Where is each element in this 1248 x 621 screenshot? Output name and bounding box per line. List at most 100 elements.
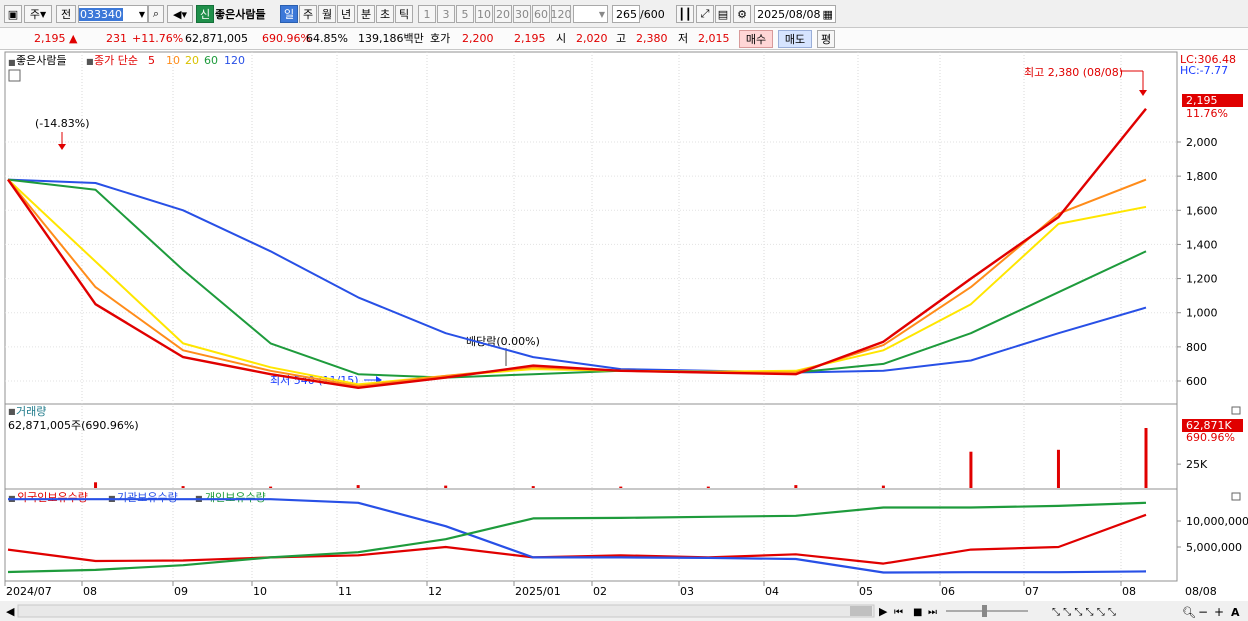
stock-name: 좋은사람들	[215, 8, 266, 21]
search-icon[interactable]: ⌕	[148, 5, 164, 23]
chart-area[interactable]: ■ 좋은사람들 ■ 종가 단순 5 10 20 60 120 LC:306.48…	[0, 50, 1248, 621]
period-minute-button[interactable]: 분	[357, 5, 375, 23]
volume-bar	[1144, 428, 1148, 488]
scroll-right-icon[interactable]: ▶	[879, 605, 888, 618]
holdings-y-tick-label: 5,000,000	[1186, 541, 1242, 554]
x-tick-label: 03	[680, 585, 694, 598]
volume-title: 거래량	[16, 405, 46, 418]
y-tick-label: 600	[1186, 375, 1207, 388]
prev-button[interactable]: 전	[56, 5, 76, 23]
x-tick-label: 12	[428, 585, 442, 598]
magnify-icon[interactable]: 🔍︎	[1182, 606, 1196, 619]
period-year-button[interactable]: 년	[337, 5, 355, 23]
chevron-down-icon: ▼	[138, 9, 145, 19]
volume-value: 62,871,005	[185, 32, 248, 45]
interval-10-button[interactable]: 10	[475, 5, 493, 23]
gear-icon[interactable]: ⚙	[733, 5, 751, 23]
horizontal-scrollbar[interactable]	[17, 604, 875, 618]
period-second-button[interactable]: 초	[376, 5, 394, 23]
price-change: 231	[106, 32, 127, 45]
volume-bar	[1056, 449, 1060, 488]
speaker-icon[interactable]: ◀▾	[167, 5, 193, 23]
zoom-slider-handle[interactable]	[982, 605, 987, 617]
x-tick-label: 06	[941, 585, 955, 598]
chart-background	[0, 50, 1248, 621]
font-size-icon[interactable]: A	[1231, 606, 1240, 619]
y-tick-label: 1,800	[1186, 170, 1218, 183]
panel-close-icon[interactable]	[1231, 492, 1241, 501]
price-change-pct: +11.76%	[132, 32, 184, 45]
current-price-label: 2,195	[1186, 94, 1218, 107]
interval-60-button[interactable]: 60	[532, 5, 550, 23]
stock-code-value: 033340	[79, 7, 123, 21]
save-icon[interactable]: ▤	[715, 5, 731, 23]
zoom-out-icon[interactable]: −	[1198, 605, 1208, 619]
panel-stock-label: 좋은사람들	[16, 54, 67, 67]
high-label: 고	[616, 32, 627, 45]
ma-label: 종가 단순	[94, 54, 138, 67]
table-icon[interactable]	[8, 69, 21, 82]
high-price: 2,380	[636, 32, 668, 45]
scrollbar-thumb[interactable]	[850, 606, 872, 616]
avg-button[interactable]: 평	[817, 30, 835, 48]
interval-custom-select[interactable]: ▼	[573, 5, 608, 23]
volume-bar	[269, 486, 273, 488]
fast-forward-icon[interactable]: ⏭	[928, 607, 937, 618]
panel-handle-icon: ■	[8, 58, 16, 67]
panel-handle-icon: ■	[8, 407, 16, 416]
new-badge: 신	[196, 5, 214, 23]
interval-20-button[interactable]: 20	[494, 5, 512, 23]
volume-bar	[181, 486, 185, 488]
panel-close-icon[interactable]	[1231, 406, 1241, 415]
ma-legend-5: 5	[148, 54, 155, 67]
market-select[interactable]: 주 ▼	[24, 5, 52, 23]
tool-icons[interactable]: ⤡ ⤡ ⤡ ⤡ ⤡ ⤡	[1052, 607, 1116, 618]
interval-30-button[interactable]: 30	[513, 5, 531, 23]
indicator-icon[interactable]: ⤢	[696, 5, 714, 23]
stop-icon[interactable]: ■	[913, 607, 922, 618]
low-price: 2,015	[698, 32, 730, 45]
volume-pct: 690.96%	[1186, 431, 1235, 444]
x-tick-label: 2025/01	[515, 585, 561, 598]
zoom-in-icon[interactable]: +	[1214, 605, 1224, 619]
ma-legend-120: 120	[224, 54, 245, 67]
open-label: 시	[556, 32, 567, 45]
x-tick-label: 09	[174, 585, 188, 598]
period-month-button[interactable]: 월	[318, 5, 336, 23]
period-week-button[interactable]: 주	[299, 5, 317, 23]
chevron-down-icon: ▼	[598, 9, 605, 19]
panel-handle-icon: ■	[86, 57, 94, 66]
stock-code-input[interactable]: 033340 ▼	[78, 5, 148, 23]
ma-legend-10: 10	[166, 54, 180, 67]
date-input[interactable]: 2025/08/08 ▦	[754, 5, 836, 23]
holdings-title-individual: 개인보유수량	[205, 491, 266, 504]
rewind-icon[interactable]: ⏮	[894, 607, 903, 618]
y-tick-label: 2,000	[1186, 136, 1218, 149]
x-tick-label: 05	[859, 585, 873, 598]
annotation-high: 최고 2,380 (08/08)	[1024, 66, 1123, 79]
interval-120-button[interactable]: 120	[551, 5, 571, 23]
count-input[interactable]: 265	[612, 5, 640, 23]
x-tick-label: 08	[83, 585, 97, 598]
volume-bar	[619, 486, 623, 488]
volume-ratio: 690.96%	[262, 32, 311, 45]
turnover-rate: 64.85%	[306, 32, 348, 45]
screen-menu-icon[interactable]: ▣	[4, 5, 22, 23]
candle-type-icon[interactable]: ┃┃	[676, 5, 694, 23]
period-tick-button[interactable]: 틱	[395, 5, 413, 23]
period-day-button[interactable]: 일	[280, 5, 298, 23]
quote-bar: 2,195 ▲ 231 +11.76% 62,871,005 690.96% 6…	[0, 28, 1248, 50]
current-price: 2,195 ▲	[34, 32, 78, 45]
ma-legend-60: 60	[204, 54, 218, 67]
chevron-down-icon: ▼	[39, 9, 47, 19]
interval-3-button[interactable]: 3	[437, 5, 455, 23]
bid-price: 2,195	[514, 32, 546, 45]
holdings-title-institution: 기관보유수량	[117, 491, 178, 504]
holdings-title-foreign: 외국인보유수량	[17, 491, 88, 504]
interval-5-button[interactable]: 5	[456, 5, 474, 23]
scroll-left-icon[interactable]: ◀	[6, 605, 15, 618]
interval-1-button[interactable]: 1	[418, 5, 436, 23]
volume-bar	[531, 486, 535, 488]
sell-button[interactable]: 매도	[778, 30, 812, 48]
buy-button[interactable]: 매수	[739, 30, 773, 48]
